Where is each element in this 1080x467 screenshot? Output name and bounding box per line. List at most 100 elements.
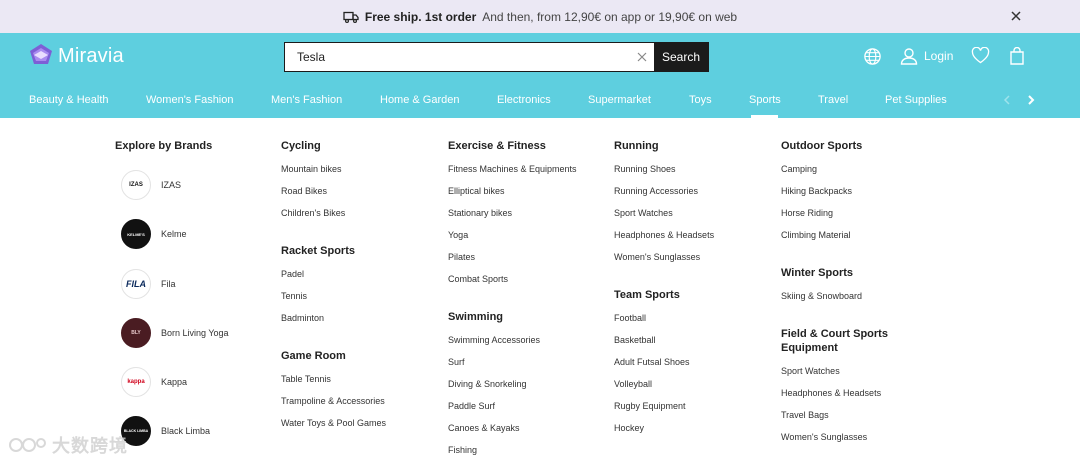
category-title-team-sports[interactable]: Team Sports: [614, 288, 680, 302]
subcategory-link[interactable]: Elliptical bikes: [448, 186, 505, 196]
subcategory-link[interactable]: Canoes & Kayaks: [448, 423, 520, 433]
brands-column: Explore by Brands: [115, 139, 212, 153]
subcategory-link[interactable]: Mountain bikes: [281, 164, 342, 174]
truck-icon: [343, 11, 359, 23]
nav-item-mens-fashion[interactable]: Men's Fashion: [271, 94, 342, 106]
nav-item-beauty-health[interactable]: Beauty & Health: [29, 94, 109, 106]
subcategory-link[interactable]: Tennis: [281, 291, 307, 301]
subcategory-link[interactable]: Surf: [448, 357, 465, 367]
subcategory-link[interactable]: Paddle Surf: [448, 401, 495, 411]
category-title-exercise-fitness[interactable]: Exercise & Fitness: [448, 139, 546, 153]
chevron-left-icon[interactable]: [1000, 93, 1014, 107]
nav-item-electronics[interactable]: Electronics: [497, 94, 551, 106]
subcategory-link[interactable]: Hiking Backpacks: [781, 186, 852, 196]
subcategory-link[interactable]: Women's Sunglasses: [781, 432, 867, 442]
category-nav: Beauty & Health Women's Fashion Men's Fa…: [0, 85, 1080, 118]
subcategory-link[interactable]: Water Toys & Pool Games: [281, 418, 386, 428]
brand-name: IZAS: [161, 180, 182, 190]
subcategory-link[interactable]: Basketball: [614, 335, 656, 345]
header: Miravia Search Login: [0, 33, 1080, 118]
subcategory-link[interactable]: Diving & Snorkeling: [448, 379, 527, 389]
nav-item-travel[interactable]: Travel: [818, 94, 848, 106]
search-button[interactable]: Search: [654, 43, 708, 71]
subcategory-link[interactable]: Horse Riding: [781, 208, 833, 218]
brand-item-kelme[interactable]: KELME'S Kelme: [121, 219, 187, 249]
chevron-right-icon[interactable]: [1024, 93, 1038, 107]
kappa-logo: kappa: [121, 367, 151, 397]
category-title-outdoor-sports[interactable]: Outdoor Sports: [781, 139, 862, 153]
wishlist-button[interactable]: [971, 47, 990, 64]
close-icon[interactable]: [1008, 8, 1024, 24]
globe-icon: [864, 48, 881, 65]
search-input[interactable]: [285, 43, 630, 71]
nav-item-sports[interactable]: Sports: [749, 94, 781, 106]
brand-name: Born Living Yoga: [161, 328, 229, 338]
born-living-yoga-logo: BLY: [121, 318, 151, 348]
subcategory-link[interactable]: Children's Bikes: [281, 208, 345, 218]
category-title-cycling[interactable]: Cycling: [281, 139, 321, 153]
subcategory-link[interactable]: Swimming Accessories: [448, 335, 540, 345]
subcategory-link[interactable]: Travel Bags: [781, 410, 829, 420]
subcategory-link[interactable]: Adult Futsal Shoes: [614, 357, 690, 367]
subcategory-link[interactable]: Climbing Material: [781, 230, 851, 240]
category-title-racket-sports[interactable]: Racket Sports: [281, 244, 355, 258]
search-bar: Search: [284, 42, 709, 72]
subcategory-link[interactable]: Table Tennis: [281, 374, 331, 384]
subcategory-link[interactable]: Badminton: [281, 313, 324, 323]
subcategory-link[interactable]: Volleyball: [614, 379, 652, 389]
category-title-winter-sports[interactable]: Winter Sports: [781, 266, 853, 280]
subcategory-link[interactable]: Fitness Machines & Equipments: [448, 164, 577, 174]
brand-item-izas[interactable]: IZAS IZAS: [121, 170, 181, 200]
subcategory-link[interactable]: Rugby Equipment: [614, 401, 686, 411]
subcategory-link[interactable]: Running Accessories: [614, 186, 698, 196]
subcategory-link[interactable]: Trampoline & Accessories: [281, 396, 385, 406]
subcategory-link[interactable]: Sport Watches: [781, 366, 840, 376]
nav-item-home-garden[interactable]: Home & Garden: [380, 94, 459, 106]
subcategory-link[interactable]: Football: [614, 313, 646, 323]
login-button[interactable]: Login: [900, 47, 953, 65]
subcategory-link[interactable]: Headphones & Headsets: [614, 230, 714, 240]
subcategory-link[interactable]: Headphones & Headsets: [781, 388, 881, 398]
watermark-logo-icon: [9, 438, 46, 452]
brand-name: Kelme: [161, 229, 187, 239]
subcategory-link[interactable]: Camping: [781, 164, 817, 174]
brand-item-black-limba[interactable]: BLACK LIMBA Black Limba: [121, 416, 210, 446]
language-button[interactable]: [863, 47, 882, 66]
nav-item-womens-fashion[interactable]: Women's Fashion: [146, 94, 234, 106]
nav-item-toys[interactable]: Toys: [689, 94, 712, 106]
subcategory-link[interactable]: Combat Sports: [448, 274, 508, 284]
brand-item-kappa[interactable]: kappa Kappa: [121, 367, 187, 397]
subcategory-link[interactable]: Hockey: [614, 423, 644, 433]
nav-item-pet-supplies[interactable]: Pet Supplies: [885, 94, 947, 106]
clear-search-button[interactable]: [630, 43, 654, 71]
brand-item-fila[interactable]: FILA Fila: [121, 269, 176, 299]
logo-text: Miravia: [58, 44, 124, 67]
subcategory-link[interactable]: Fishing: [448, 445, 477, 455]
heart-icon: [971, 47, 990, 64]
shopping-bag-icon: [1010, 47, 1024, 65]
subcategory-link[interactable]: Women's Sunglasses: [614, 252, 700, 262]
logo[interactable]: Miravia: [28, 43, 124, 69]
subcategory-link[interactable]: Sport Watches: [614, 208, 673, 218]
subcategory-link[interactable]: Road Bikes: [281, 186, 327, 196]
brands-title: Explore by Brands: [115, 140, 213, 152]
category-title-swimming[interactable]: Swimming: [448, 310, 503, 324]
fila-logo: FILA: [121, 269, 151, 299]
promo-bold-text: Free ship. 1st order: [364, 9, 477, 24]
kelme-logo: KELME'S: [121, 219, 151, 249]
brand-item-born-living-yoga[interactable]: BLY Born Living Yoga: [121, 318, 229, 348]
subcategory-link[interactable]: Padel: [281, 269, 304, 279]
subcategory-link[interactable]: Skiing & Snowboard: [781, 291, 862, 301]
subcategory-link[interactable]: Yoga: [448, 230, 468, 240]
subcategory-link[interactable]: Stationary bikes: [448, 208, 512, 218]
category-title-running[interactable]: Running: [614, 139, 659, 153]
subcategory-link[interactable]: Running Shoes: [614, 164, 676, 174]
user-icon: [900, 48, 918, 65]
category-title-field-court-sports[interactable]: Field & Court Sports Equipment: [781, 327, 901, 355]
promo-text: And then, from 12,90€ on app or 19,90€ o…: [482, 9, 738, 24]
cart-button[interactable]: [1009, 47, 1025, 65]
miravia-logo-icon: [30, 44, 52, 64]
category-title-game-room[interactable]: Game Room: [281, 349, 346, 363]
subcategory-link[interactable]: Pilates: [448, 252, 475, 262]
nav-item-supermarket[interactable]: Supermarket: [588, 94, 651, 106]
